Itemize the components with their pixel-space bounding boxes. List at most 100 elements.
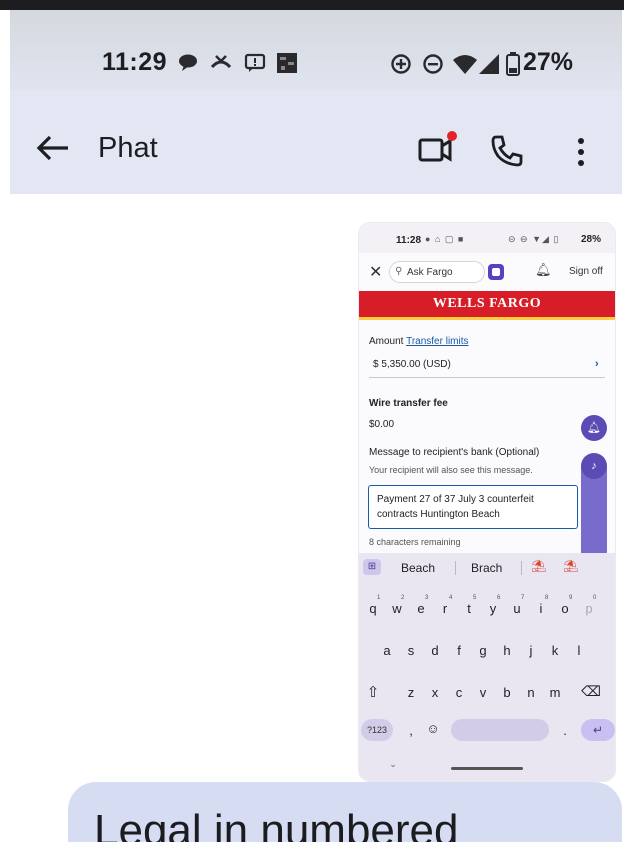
wire-fee-value: $0.00 [369, 419, 395, 430]
back-arrow-icon[interactable] [36, 134, 70, 162]
battery-percentage: 27% [523, 48, 574, 76]
key-o: o [561, 601, 569, 616]
key-m: m [549, 685, 561, 700]
amount-row-label: Amount Transfer limits [369, 336, 469, 347]
missed-call-icon [210, 55, 232, 69]
suggestion-1: Beach [401, 561, 436, 575]
bank-banner: WELLS FARGO [359, 291, 615, 320]
beach-emoji-icon: ⛱ [531, 559, 547, 573]
key-v: v [479, 685, 487, 700]
key-y: y [489, 601, 497, 616]
ask-fargo-search: ⚲ Ask Fargo [389, 261, 485, 283]
screenshot-status-time: 11:28 [396, 235, 422, 246]
device-top-bezel [0, 0, 624, 10]
comma-key: , [409, 723, 413, 738]
message-textarea-value: Payment 27 of 37 July 3 counterfeit cont… [377, 494, 534, 520]
bank-logo: WELLS FARGO [432, 296, 542, 311]
phone-screen: 11:29 27% Phat 11:28 ● ⌂ ▢ ■ ⊝ ⊖ ▼◢ ▯ 28… [10, 10, 622, 842]
contact-name: Phat [98, 132, 158, 164]
amount-underline [369, 377, 605, 378]
key-e: e [417, 601, 425, 616]
onscreen-keyboard: ⊞ Beach Brach ⛱ ⛱ q w e r t y u i o p 1 … [359, 553, 615, 781]
key-k: k [551, 643, 559, 658]
keyboard-collapse-icon: ⌄ [389, 759, 397, 769]
beach-emoji-icon: ⛱ [563, 559, 579, 573]
conversation-header: Phat [10, 90, 622, 194]
status-time: 11:29 [102, 48, 168, 76]
key-p: p [585, 601, 593, 616]
status-bar: 11:29 27% [10, 10, 622, 90]
assistant-icon [488, 264, 504, 280]
characters-remaining: 8 characters remaining [369, 537, 461, 547]
period-key: . [563, 723, 567, 738]
key-n: n [527, 685, 535, 700]
suggestion-divider [521, 561, 522, 575]
chevron-right-icon: › [595, 358, 599, 370]
key-l: l [577, 643, 581, 658]
key-hint-5: 5 [473, 595, 477, 601]
data-saver-icon [391, 54, 411, 74]
key-hint-4: 4 [449, 595, 453, 601]
message-text: Legal in numbered [94, 806, 459, 842]
key-hint-0: 0 [593, 595, 597, 601]
alert-message-icon [244, 53, 266, 72]
message-thread[interactable]: 11:28 ● ⌂ ▢ ■ ⊝ ⊖ ▼◢ ▯ 28% ✕ ⚲ Ask Fargo… [10, 194, 622, 842]
key-hint-7: 7 [521, 595, 525, 601]
screenshot-notification-icons: ● ⌂ ▢ ■ [425, 234, 465, 244]
suggestion-divider [455, 561, 456, 575]
chat-bubble-notification-icon [179, 54, 197, 71]
screenshot-system-icons: ⊝ ⊖ ▼◢ ▯ [508, 234, 560, 244]
app-notification-icon [277, 53, 297, 73]
amount-label: Amount [369, 336, 404, 347]
key-h: h [503, 643, 511, 658]
key-a: a [383, 643, 391, 658]
key-z: z [407, 685, 415, 700]
screenshot-status-bar: 11:28 ● ⌂ ▢ ■ ⊝ ⊖ ▼◢ ▯ 28% [359, 223, 615, 253]
key-hint-1: 1 [377, 595, 381, 601]
video-call-icon[interactable] [418, 130, 458, 166]
key-b: b [503, 685, 511, 700]
sign-off-link: Sign off [569, 266, 603, 277]
amount-value: $ 5,350.00 (USD) [373, 359, 451, 370]
search-icon: ⚲ [395, 266, 403, 277]
shift-icon: ⇧ [366, 684, 380, 701]
space-bar [451, 719, 549, 741]
wifi-icon [453, 55, 477, 74]
shared-screenshot-image[interactable]: 11:28 ● ⌂ ▢ ■ ⊝ ⊖ ▼◢ ▯ 28% ✕ ⚲ Ask Fargo… [358, 222, 616, 782]
key-hint-9: 9 [569, 595, 573, 601]
key-hint-3: 3 [425, 595, 429, 601]
key-s: s [407, 643, 415, 658]
cell-signal-icon [479, 54, 499, 74]
suggestion-strip: ⊞ Beach Brach ⛱ ⛱ [359, 553, 615, 581]
key-f: f [457, 643, 461, 658]
message-textarea: Payment 27 of 37 July 3 counterfeit cont… [368, 485, 578, 529]
screenshot-battery: 28% [581, 234, 602, 245]
key-w: w [392, 601, 402, 616]
key-r: r [442, 601, 448, 616]
do-not-disturb-icon [423, 54, 443, 74]
home-gesture-bar [451, 767, 523, 770]
key-j: j [529, 643, 533, 658]
enter-icon: ↵ [581, 719, 615, 741]
key-d: d [431, 643, 439, 658]
music-note-icon: ♪ [581, 453, 607, 479]
close-icon: ✕ [369, 264, 383, 281]
key-hint-8: 8 [545, 595, 549, 601]
notification-bubble-icon: 🔔︎ [581, 415, 607, 441]
key-i: i [539, 601, 543, 616]
key-hint-2: 2 [401, 595, 405, 601]
key-c: c [455, 685, 463, 700]
message-label: Message to recipient's bank (Optional) [369, 447, 540, 458]
more-options-icon[interactable] [576, 136, 586, 168]
backspace-icon: ⌫ [581, 683, 601, 699]
phone-call-icon[interactable] [490, 134, 524, 168]
bell-icon: 🔔︎ [535, 262, 552, 277]
suggestion-2: Brach [471, 561, 503, 575]
symbols-key: ?123 [361, 719, 393, 741]
key-hint-6: 6 [497, 595, 501, 601]
key-x: x [431, 685, 439, 700]
screenshot-app-toolbar: ✕ ⚲ Ask Fargo 🔔︎ Sign off [359, 253, 615, 289]
search-text: Ask Fargo [407, 267, 453, 278]
key-u: u [513, 601, 521, 616]
wire-fee-label: Wire transfer fee [369, 398, 448, 409]
